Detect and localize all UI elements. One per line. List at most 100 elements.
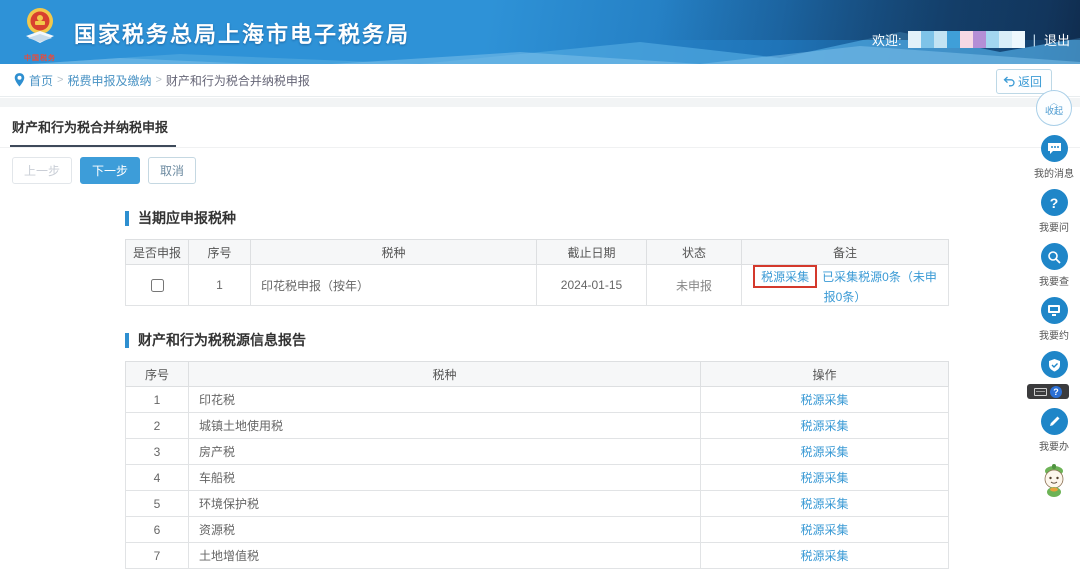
col-declare: 是否申报	[125, 239, 189, 265]
page-title: 国家税务总局上海市电子税务局	[74, 22, 411, 47]
logout-link[interactable]: 退出	[1044, 30, 1070, 49]
col-remark: 备注	[741, 239, 949, 265]
sidebar-item-do[interactable]: 我要办	[1039, 408, 1069, 453]
table-row: 7 土地增值税 税源采集	[125, 542, 949, 569]
seq-cell: 2	[125, 412, 189, 439]
sidebar-item-label: 我要问	[1039, 223, 1069, 234]
tax-type-cell: 房产税	[188, 438, 701, 465]
declare-checkbox[interactable]	[150, 279, 164, 293]
quick-action-sidebar: ︿ 收起 我的消息 ? 我要问 我要查 我要约 ? 我要办	[1027, 90, 1077, 504]
cancel-button[interactable]: 取消	[148, 157, 197, 184]
status-cell: 未申报	[646, 264, 742, 306]
section-current-period: 当期应申报税种	[125, 208, 1080, 228]
table-header-row: 是否申报 序号 税种 截止日期 状态 备注	[125, 239, 949, 265]
seq-cell: 1	[188, 264, 251, 306]
tax-bureau-logo: 中国税务	[14, 4, 66, 62]
current-period-table: 是否申报 序号 税种 截止日期 状态 备注 1 印花税申报（按年） 2024-0…	[125, 239, 949, 306]
app-header: 中国税务 国家税务总局上海市电子税务局 欢迎: | 退出	[0, 0, 1080, 64]
collected-count-link[interactable]: 已采集税源0条（未申报0条）	[822, 270, 937, 304]
table-row: 4 车船税 税源采集	[125, 464, 949, 491]
table-row: 2 城镇土地使用税 税源采集	[125, 412, 949, 439]
table-row: 1 印花税申报（按年） 2024-01-15 未申报 税源采集 已采集税源0条（未…	[125, 264, 949, 306]
collapse-sidebar-button[interactable]: ︿ 收起	[1036, 90, 1072, 126]
breadcrumb-current: 财产和行为税合并纳税申报	[165, 73, 310, 88]
col-tax-type: 税种	[188, 361, 701, 387]
tax-source-table: 序号 税种 操作 1 印花税 税源采集 2 城镇土地使用税 税源采集 3 房产税…	[125, 361, 949, 569]
tax-type-cell: 环境保护税	[188, 490, 701, 517]
section-marker	[125, 210, 129, 226]
next-step-button[interactable]: 下一步	[80, 157, 141, 184]
back-arrow-icon	[1003, 76, 1015, 87]
col-action: 操作	[700, 361, 949, 387]
tax-source-collect-link[interactable]: 税源采集	[800, 393, 848, 407]
tax-type-cell: 土地增值税	[188, 542, 701, 569]
section-divider	[0, 98, 1080, 107]
breadcrumb-home[interactable]: 首页	[29, 72, 53, 89]
question-icon: ?	[1040, 189, 1068, 216]
breadcrumb-declare[interactable]: 税费申报及缴纳	[67, 72, 151, 89]
sidebar-item-ask[interactable]: ? 我要问	[1039, 189, 1069, 234]
tax-source-collect-link[interactable]: 税源采集	[800, 523, 848, 537]
back-label: 返回	[1017, 75, 1042, 89]
user-area: 欢迎: | 退出	[872, 30, 1070, 49]
breadcrumb: 首页 > 税费申报及缴纳 > 财产和行为税合并纳税申报 返回	[0, 64, 1080, 97]
seq-cell: 1	[125, 386, 189, 413]
deadline-cell: 2024-01-15	[536, 264, 647, 306]
seq-cell: 6	[125, 516, 189, 543]
sidebar-item-label: 我要查	[1039, 277, 1069, 288]
tax-type-cell: 印花税申报（按年）	[250, 264, 537, 306]
remark-cell: 税源采集 已采集税源0条（未申报0条）	[741, 264, 949, 306]
table-row: 6 资源税 税源采集	[125, 516, 949, 543]
section-marker	[125, 332, 129, 348]
col-deadline: 截止日期	[536, 239, 647, 265]
divider: |	[1032, 32, 1036, 47]
col-seq: 序号	[188, 239, 251, 265]
sidebar-item-messages[interactable]: 我的消息	[1034, 135, 1074, 180]
col-status: 状态	[646, 239, 742, 265]
tax-type-cell: 城镇土地使用税	[188, 412, 701, 439]
table-row: 5 环境保护税 税源采集	[125, 490, 949, 517]
sidebar-item-handle[interactable]	[1040, 351, 1068, 378]
seq-cell: 4	[125, 464, 189, 491]
sidebar-item-label: 我的消息	[1034, 169, 1074, 180]
pencil-icon	[1040, 408, 1068, 435]
sidebar-item-label: 我要约	[1039, 331, 1069, 342]
redacted-name	[907, 31, 1025, 48]
tax-source-collect-link[interactable]: 税源采集	[800, 419, 848, 433]
tax-source-collect-link[interactable]: 税源采集	[800, 471, 848, 485]
welcome-label: 欢迎:	[871, 33, 902, 48]
seq-cell: 3	[125, 438, 189, 465]
seq-cell: 5	[125, 490, 189, 517]
section-title: 当期应申报税种	[138, 210, 236, 226]
previous-step-button[interactable]: 上一步	[12, 157, 73, 184]
main-content: 财产和行为税合并纳税申报 上一步 下一步 取消 当期应申报税种 是否申报 序号 …	[0, 107, 1080, 569]
keyboard-icon	[1034, 387, 1047, 396]
sidebar-item-appointment[interactable]: 我要约	[1039, 297, 1069, 342]
wizard-buttons: 上一步 下一步 取消	[12, 157, 1080, 184]
sidebar-item-label: 我要办	[1039, 442, 1069, 453]
tax-type-cell: 资源税	[188, 516, 701, 543]
collapse-label: 收起	[1044, 106, 1063, 117]
tax-source-collect-link[interactable]: 税源采集	[800, 497, 848, 511]
breadcrumb-separator: >	[155, 74, 162, 86]
national-emblem-icon	[26, 8, 54, 43]
sidebar-item-search[interactable]: 我要查	[1039, 243, 1069, 288]
table-header-row: 序号 税种 操作	[125, 361, 949, 387]
section-title: 财产和行为税税源信息报告	[138, 332, 306, 348]
search-icon	[1040, 243, 1068, 270]
tax-type-cell: 印花税	[188, 386, 701, 413]
breadcrumb-separator: >	[57, 74, 64, 86]
tab-property-behavior-tax[interactable]: 财产和行为税合并纳税申报	[10, 107, 177, 147]
section-tax-source-report: 财产和行为税税源信息报告	[125, 330, 1080, 350]
tax-type-cell: 车船税	[188, 464, 701, 491]
tax-source-collect-link[interactable]: 税源采集	[800, 549, 848, 563]
tab-bar: 财产和行为税合并纳税申报	[0, 107, 1080, 148]
tax-source-collect-link[interactable]: 税源采集	[800, 445, 848, 459]
mascot-icon[interactable]	[1039, 463, 1069, 504]
col-seq: 序号	[125, 361, 189, 387]
help-icon[interactable]: ?	[1050, 385, 1062, 398]
tax-source-collect-link[interactable]: 税源采集	[761, 270, 809, 284]
col-tax-type: 税种	[250, 239, 537, 265]
shield-icon	[1040, 351, 1068, 378]
chat-icon	[1040, 135, 1068, 162]
